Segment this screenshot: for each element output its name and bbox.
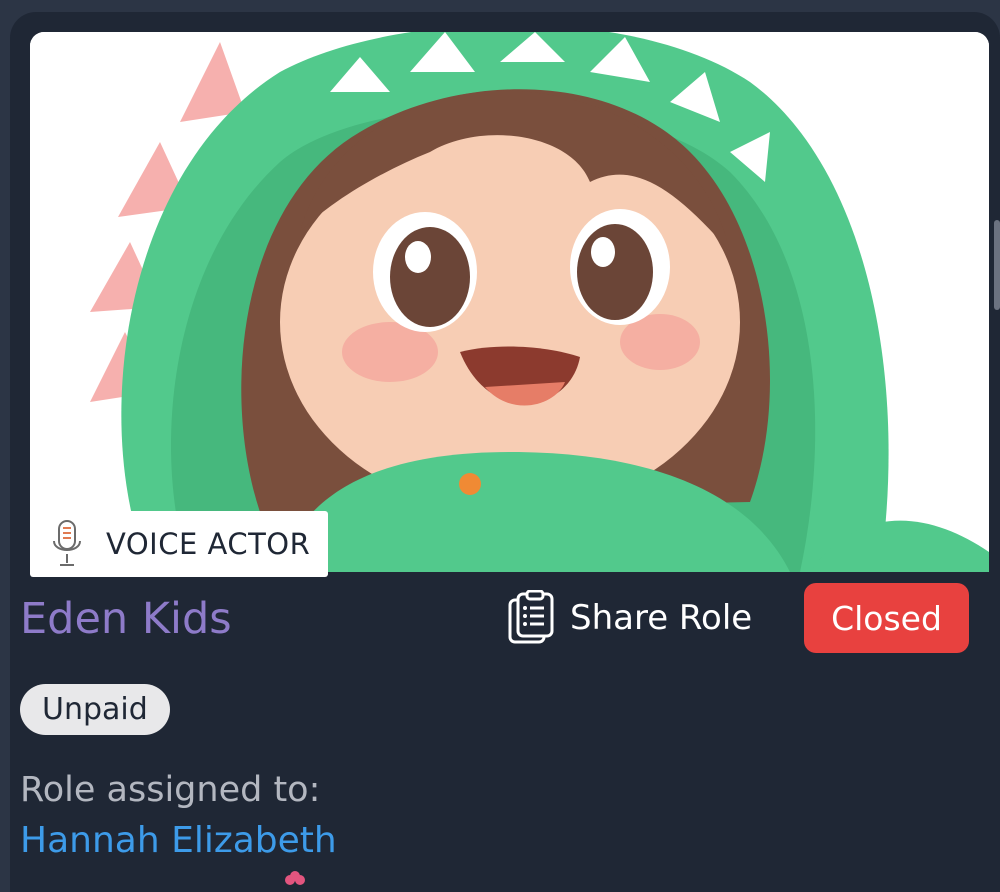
share-role-button[interactable]: Share Role [506,588,752,648]
scrollbar-thumb[interactable] [994,220,1000,310]
share-role-label: Share Role [570,598,753,638]
assignee-link[interactable]: Hannah Elizabeth [20,820,337,861]
project-title[interactable]: Eden Kids [20,594,232,644]
character-illustration [30,32,989,572]
role-type-label: VOICE ACTOR [106,527,311,561]
role-assigned-label: Role assigned to: [20,770,321,810]
role-card: VOICE ACTOR Eden Kids Share Role Closed … [10,12,1000,892]
pay-badge: Unpaid [20,684,170,735]
role-type-badge: VOICE ACTOR [30,511,328,577]
status-badge: Closed [804,583,969,653]
flower-icon [285,871,305,885]
microphone-icon [53,520,81,566]
clipboard-list-icon [508,590,554,644]
role-image[interactable] [30,32,989,572]
